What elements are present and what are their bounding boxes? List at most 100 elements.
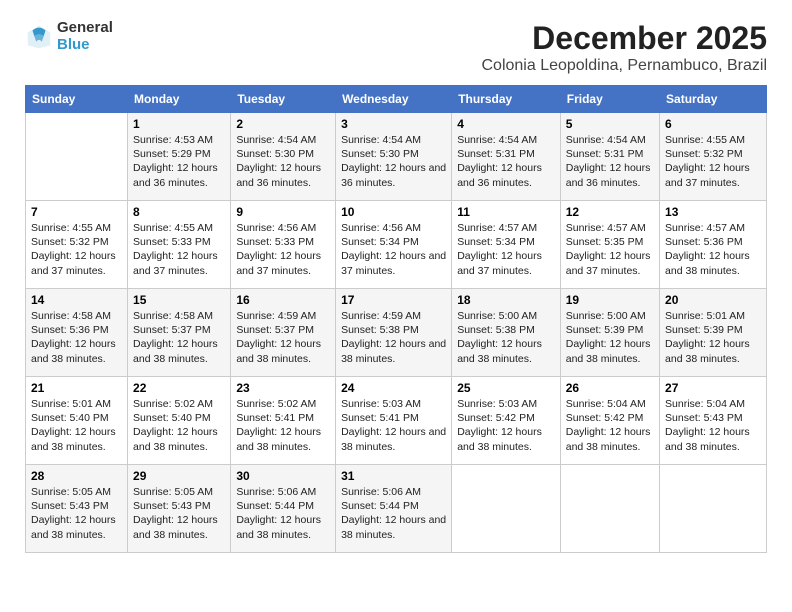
day-number: 3 [341, 117, 446, 131]
title-area: December 2025 Colonia Leopoldina, Pernam… [481, 20, 767, 75]
calendar-cell: 23 Sunrise: 5:02 AM Sunset: 5:41 PM Dayl… [231, 377, 336, 465]
day-info: Sunrise: 4:54 AM Sunset: 5:30 PM Dayligh… [236, 133, 330, 190]
calendar-cell [26, 113, 128, 201]
calendar-table: SundayMondayTuesdayWednesdayThursdayFrid… [25, 85, 767, 553]
calendar-cell: 29 Sunrise: 5:05 AM Sunset: 5:43 PM Dayl… [128, 465, 231, 553]
day-info: Sunrise: 4:56 AM Sunset: 5:33 PM Dayligh… [236, 221, 330, 278]
calendar-cell [660, 465, 767, 553]
day-number: 17 [341, 293, 446, 307]
day-info: Sunrise: 4:54 AM Sunset: 5:31 PM Dayligh… [457, 133, 555, 190]
calendar-cell: 3 Sunrise: 4:54 AM Sunset: 5:30 PM Dayli… [336, 113, 452, 201]
day-number: 8 [133, 205, 225, 219]
page-header: General Blue December 2025 Colonia Leopo… [25, 20, 767, 75]
weekday-header-monday: Monday [128, 86, 231, 113]
day-number: 9 [236, 205, 330, 219]
logo: General Blue [25, 20, 113, 53]
day-number: 21 [31, 381, 122, 395]
calendar-cell: 14 Sunrise: 4:58 AM Sunset: 5:36 PM Dayl… [26, 289, 128, 377]
day-info: Sunrise: 5:04 AM Sunset: 5:42 PM Dayligh… [566, 397, 654, 454]
day-info: Sunrise: 4:59 AM Sunset: 5:38 PM Dayligh… [341, 309, 446, 366]
calendar-cell: 5 Sunrise: 4:54 AM Sunset: 5:31 PM Dayli… [560, 113, 659, 201]
day-number: 13 [665, 205, 761, 219]
weekday-header-wednesday: Wednesday [336, 86, 452, 113]
logo-line2: Blue [57, 37, 113, 54]
calendar-cell: 22 Sunrise: 5:02 AM Sunset: 5:40 PM Dayl… [128, 377, 231, 465]
day-info: Sunrise: 4:55 AM Sunset: 5:33 PM Dayligh… [133, 221, 225, 278]
day-number: 29 [133, 469, 225, 483]
day-info: Sunrise: 4:57 AM Sunset: 5:34 PM Dayligh… [457, 221, 555, 278]
day-number: 4 [457, 117, 555, 131]
logo-text: General Blue [57, 20, 113, 53]
day-info: Sunrise: 5:06 AM Sunset: 5:44 PM Dayligh… [236, 485, 330, 542]
day-number: 11 [457, 205, 555, 219]
calendar-cell: 1 Sunrise: 4:53 AM Sunset: 5:29 PM Dayli… [128, 113, 231, 201]
day-number: 14 [31, 293, 122, 307]
calendar-cell: 12 Sunrise: 4:57 AM Sunset: 5:35 PM Dayl… [560, 201, 659, 289]
day-number: 27 [665, 381, 761, 395]
location-title: Colonia Leopoldina, Pernambuco, Brazil [481, 57, 767, 75]
day-info: Sunrise: 5:06 AM Sunset: 5:44 PM Dayligh… [341, 485, 446, 542]
day-info: Sunrise: 4:59 AM Sunset: 5:37 PM Dayligh… [236, 309, 330, 366]
day-number: 15 [133, 293, 225, 307]
day-info: Sunrise: 5:03 AM Sunset: 5:41 PM Dayligh… [341, 397, 446, 454]
day-number: 26 [566, 381, 654, 395]
day-info: Sunrise: 4:58 AM Sunset: 5:37 PM Dayligh… [133, 309, 225, 366]
day-info: Sunrise: 5:04 AM Sunset: 5:43 PM Dayligh… [665, 397, 761, 454]
day-info: Sunrise: 4:53 AM Sunset: 5:29 PM Dayligh… [133, 133, 225, 190]
day-info: Sunrise: 4:54 AM Sunset: 5:31 PM Dayligh… [566, 133, 654, 190]
calendar-cell [452, 465, 561, 553]
calendar-cell: 20 Sunrise: 5:01 AM Sunset: 5:39 PM Dayl… [660, 289, 767, 377]
day-number: 12 [566, 205, 654, 219]
day-info: Sunrise: 5:05 AM Sunset: 5:43 PM Dayligh… [31, 485, 122, 542]
month-title: December 2025 [481, 20, 767, 57]
day-number: 16 [236, 293, 330, 307]
calendar-cell: 10 Sunrise: 4:56 AM Sunset: 5:34 PM Dayl… [336, 201, 452, 289]
day-number: 10 [341, 205, 446, 219]
day-info: Sunrise: 5:02 AM Sunset: 5:40 PM Dayligh… [133, 397, 225, 454]
day-number: 23 [236, 381, 330, 395]
day-info: Sunrise: 5:01 AM Sunset: 5:39 PM Dayligh… [665, 309, 761, 366]
weekday-header-tuesday: Tuesday [231, 86, 336, 113]
calendar-cell: 18 Sunrise: 5:00 AM Sunset: 5:38 PM Dayl… [452, 289, 561, 377]
calendar-cell: 30 Sunrise: 5:06 AM Sunset: 5:44 PM Dayl… [231, 465, 336, 553]
calendar-cell: 17 Sunrise: 4:59 AM Sunset: 5:38 PM Dayl… [336, 289, 452, 377]
weekday-header-friday: Friday [560, 86, 659, 113]
calendar-cell: 21 Sunrise: 5:01 AM Sunset: 5:40 PM Dayl… [26, 377, 128, 465]
day-info: Sunrise: 5:01 AM Sunset: 5:40 PM Dayligh… [31, 397, 122, 454]
day-number: 28 [31, 469, 122, 483]
calendar-cell: 26 Sunrise: 5:04 AM Sunset: 5:42 PM Dayl… [560, 377, 659, 465]
day-number: 25 [457, 381, 555, 395]
calendar-week-row: 1 Sunrise: 4:53 AM Sunset: 5:29 PM Dayli… [26, 113, 767, 201]
day-info: Sunrise: 4:55 AM Sunset: 5:32 PM Dayligh… [31, 221, 122, 278]
day-info: Sunrise: 4:54 AM Sunset: 5:30 PM Dayligh… [341, 133, 446, 190]
calendar-cell: 25 Sunrise: 5:03 AM Sunset: 5:42 PM Dayl… [452, 377, 561, 465]
calendar-cell: 27 Sunrise: 5:04 AM Sunset: 5:43 PM Dayl… [660, 377, 767, 465]
weekday-header-row: SundayMondayTuesdayWednesdayThursdayFrid… [26, 86, 767, 113]
calendar-week-row: 28 Sunrise: 5:05 AM Sunset: 5:43 PM Dayl… [26, 465, 767, 553]
calendar-cell: 2 Sunrise: 4:54 AM Sunset: 5:30 PM Dayli… [231, 113, 336, 201]
calendar-cell: 28 Sunrise: 5:05 AM Sunset: 5:43 PM Dayl… [26, 465, 128, 553]
day-number: 24 [341, 381, 446, 395]
day-number: 5 [566, 117, 654, 131]
day-number: 6 [665, 117, 761, 131]
day-info: Sunrise: 4:57 AM Sunset: 5:35 PM Dayligh… [566, 221, 654, 278]
calendar-cell: 15 Sunrise: 4:58 AM Sunset: 5:37 PM Dayl… [128, 289, 231, 377]
calendar-cell: 13 Sunrise: 4:57 AM Sunset: 5:36 PM Dayl… [660, 201, 767, 289]
weekday-header-saturday: Saturday [660, 86, 767, 113]
logo-line1: General [57, 20, 113, 37]
day-info: Sunrise: 5:00 AM Sunset: 5:38 PM Dayligh… [457, 309, 555, 366]
calendar-week-row: 14 Sunrise: 4:58 AM Sunset: 5:36 PM Dayl… [26, 289, 767, 377]
day-info: Sunrise: 4:55 AM Sunset: 5:32 PM Dayligh… [665, 133, 761, 190]
day-number: 7 [31, 205, 122, 219]
weekday-header-sunday: Sunday [26, 86, 128, 113]
calendar-cell: 19 Sunrise: 5:00 AM Sunset: 5:39 PM Dayl… [560, 289, 659, 377]
day-number: 31 [341, 469, 446, 483]
day-number: 30 [236, 469, 330, 483]
day-number: 18 [457, 293, 555, 307]
calendar-cell: 11 Sunrise: 4:57 AM Sunset: 5:34 PM Dayl… [452, 201, 561, 289]
calendar-cell [560, 465, 659, 553]
calendar-cell: 16 Sunrise: 4:59 AM Sunset: 5:37 PM Dayl… [231, 289, 336, 377]
calendar-week-row: 7 Sunrise: 4:55 AM Sunset: 5:32 PM Dayli… [26, 201, 767, 289]
calendar-cell: 6 Sunrise: 4:55 AM Sunset: 5:32 PM Dayli… [660, 113, 767, 201]
day-info: Sunrise: 5:00 AM Sunset: 5:39 PM Dayligh… [566, 309, 654, 366]
